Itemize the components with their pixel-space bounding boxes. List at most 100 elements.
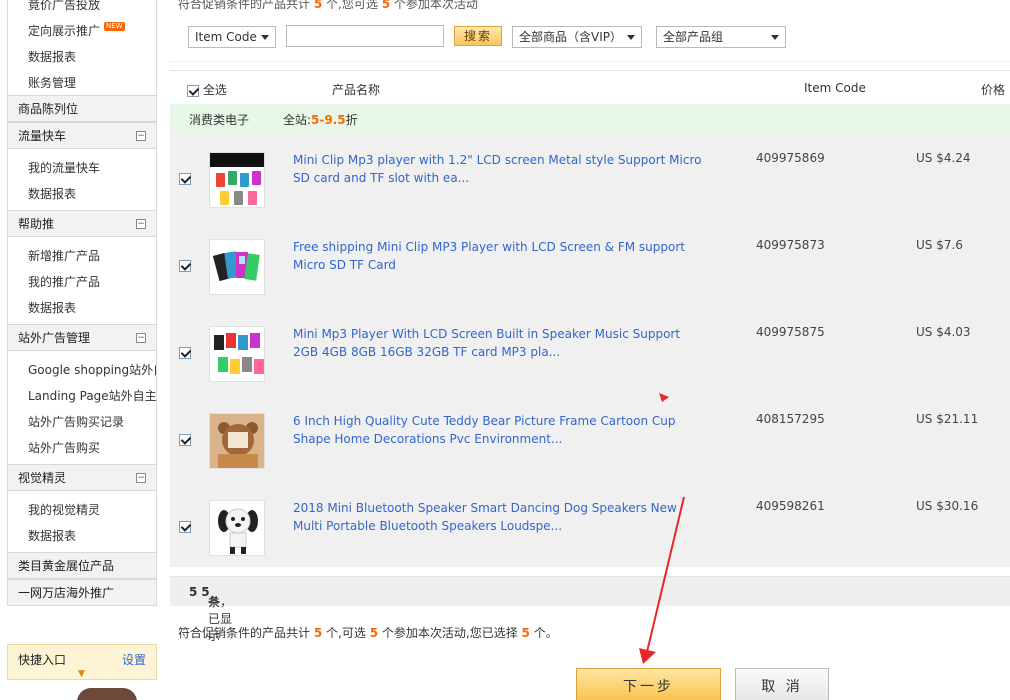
table-header: 全选 产品名称 Item Code 价格 xyxy=(170,70,1010,104)
sidebar-section-gold-booth[interactable]: 类目黄金展位产品 xyxy=(7,552,157,579)
product-name-link[interactable]: Free shipping Mini Clip MP3 Player with … xyxy=(293,238,703,274)
discount-range: 5-9.5 xyxy=(311,113,346,127)
product-scope-select[interactable]: 全部商品（含VIP） xyxy=(512,26,642,48)
sidebar-item-offsite-buy[interactable]: 站外广告购买 xyxy=(8,435,156,461)
collapse-icon[interactable]: − xyxy=(136,131,146,141)
sidebar-item-help-reports[interactable]: 数据报表 xyxy=(8,295,156,321)
sidebar-section-help-promote[interactable]: 帮助推 − xyxy=(7,210,157,237)
quick-entry-panel: 快捷入口 设置 ▼ xyxy=(7,644,157,680)
column-price: 价格 xyxy=(981,83,1006,97)
mp3-players-image xyxy=(210,153,264,205)
table-row: Mini Clip Mp3 player with 1.2" LCD scree… xyxy=(170,132,1010,219)
product-group-select[interactable]: 全部产品组 xyxy=(656,26,786,48)
pagination-summary: 共 5 条，已显示 5 条 xyxy=(170,576,1010,643)
main-content: 符合促销条件的产品共计 5 个,您可选 5 个参加本次活动 Item Code … xyxy=(170,0,1010,700)
sidebar-item-bid-ads[interactable]: 竟价广告投放 xyxy=(8,0,156,18)
sidebar-submenu-ads: 竟价广告投放 定向展示推广 NEW 数据报表 账务管理 xyxy=(7,0,157,95)
row-checkbox[interactable] xyxy=(179,521,191,533)
collapse-icon[interactable]: − xyxy=(136,219,146,229)
item-code: 408157295 xyxy=(756,412,825,426)
next-step-button[interactable]: 下一步 xyxy=(576,668,721,700)
search-button[interactable]: 搜索 xyxy=(454,26,502,46)
summary-text: 符合促销条件的产品共计 xyxy=(178,0,311,11)
sidebar-item-label: 定向展示推广 xyxy=(28,24,101,38)
new-badge: NEW xyxy=(104,22,125,31)
chevron-down-icon[interactable]: ▼ xyxy=(78,669,85,679)
sidebar-item-my-flow[interactable]: 我的流量快车 xyxy=(8,155,156,181)
section-label: 站外广告管理 xyxy=(18,331,91,345)
quick-entry-title: 快捷入口 xyxy=(18,653,67,667)
table-row: 6 Inch High Quality Cute Teddy Bear Pict… xyxy=(170,393,1010,480)
select-all-checkbox[interactable] xyxy=(187,84,199,97)
mp3-players-image xyxy=(214,333,264,374)
product-name-link[interactable]: Mini Clip Mp3 player with 1.2" LCD scree… xyxy=(293,151,703,187)
sidebar-item-add-promo[interactable]: 新增推广产品 xyxy=(8,243,156,269)
price: US $4.03 xyxy=(916,325,971,339)
collapse-icon[interactable]: − xyxy=(136,473,146,483)
sidebar-item-landing-page[interactable]: Landing Page站外自主 xyxy=(8,383,156,409)
section-label: 商品陈列位 xyxy=(18,102,79,116)
note-text: 个,可选 xyxy=(326,626,366,640)
price: US $21.11 xyxy=(916,412,979,426)
sidebar-item-targeted-ads[interactable]: 定向展示推广 NEW xyxy=(8,18,156,44)
row-checkbox[interactable] xyxy=(179,347,191,359)
select-value: 全部产品组 xyxy=(663,30,724,44)
note-text: 符合促销条件的产品共计 xyxy=(178,626,311,640)
sidebar-item-google-shopping[interactable]: Google shopping站外自 xyxy=(8,357,156,383)
sidebar-section-offsite[interactable]: 站外广告管理 − xyxy=(7,324,157,351)
select-all[interactable]: 全选 xyxy=(187,81,227,98)
sidebar-item-my-visual[interactable]: 我的视觉精灵 xyxy=(8,497,156,523)
avatar xyxy=(77,688,137,700)
quick-entry-settings-link[interactable]: 设置 xyxy=(122,651,146,668)
column-product-name: 产品名称 xyxy=(332,83,381,97)
selectable-count: 5 xyxy=(369,626,379,640)
sidebar-submenu-offsite: Google shopping站外自 Landing Page站外自主 站外广告… xyxy=(7,351,157,464)
section-label: 流量快车 xyxy=(18,129,67,143)
select-all-label: 全选 xyxy=(202,83,227,97)
select-value: Item Code xyxy=(195,30,257,44)
summary-text: 个,您可选 xyxy=(326,0,378,11)
dropdown-arrow-icon xyxy=(261,35,269,40)
sidebar-item-my-promo[interactable]: 我的推广产品 xyxy=(8,269,156,295)
item-code: 409975869 xyxy=(756,151,825,165)
item-code: 409598261 xyxy=(756,499,825,513)
product-name-link[interactable]: 6 Inch High Quality Cute Teddy Bear Pict… xyxy=(293,412,703,448)
eligible-summary-top: 符合促销条件的产品共计 5 个,您可选 5 个参加本次活动 xyxy=(178,0,478,12)
product-thumbnail[interactable] xyxy=(209,239,265,295)
row-checkbox[interactable] xyxy=(179,173,191,185)
summary-post: 条 xyxy=(208,595,221,609)
sidebar-section-visual[interactable]: 视觉精灵 − xyxy=(7,464,157,491)
product-name-link[interactable]: Mini Mp3 Player With LCD Screen Built in… xyxy=(293,325,703,361)
search-input[interactable] xyxy=(286,25,444,47)
product-thumbnail[interactable] xyxy=(209,413,265,469)
mp3-players-image xyxy=(212,251,260,282)
section-label: 视觉精灵 xyxy=(18,471,67,485)
item-code: 409975875 xyxy=(756,325,825,339)
table-row: Mini Mp3 Player With LCD Screen Built in… xyxy=(170,306,1010,393)
sidebar-section-goods-display[interactable]: 商品陈列位 xyxy=(7,95,157,122)
product-thumbnail[interactable] xyxy=(209,326,265,382)
selectable-count: 5 xyxy=(381,0,391,11)
note-text: 个参加本次活动,您已选择 xyxy=(381,626,518,640)
sidebar-item-offsite-records[interactable]: 站外广告购买记录 xyxy=(8,409,156,435)
product-thumbnail[interactable] xyxy=(209,152,265,208)
collapse-icon[interactable]: − xyxy=(136,333,146,343)
eligible-count: 5 xyxy=(313,626,323,640)
sidebar-submenu-flow: 我的流量快车 数据报表 xyxy=(7,149,157,210)
cancel-button[interactable]: 取 消 xyxy=(735,668,829,700)
sidebar-item-visual-reports[interactable]: 数据报表 xyxy=(8,523,156,549)
summary-text: 个参加本次活动 xyxy=(393,0,478,11)
sidebar-item-billing[interactable]: 账务管理 xyxy=(8,70,156,96)
table-body: Mini Clip Mp3 player with 1.2" LCD scree… xyxy=(170,132,1010,567)
sidebar-section-global-promo[interactable]: 一网万店海外推广 xyxy=(7,579,157,606)
note-text: 个。 xyxy=(533,626,558,640)
row-checkbox[interactable] xyxy=(179,260,191,272)
item-code-select[interactable]: Item Code xyxy=(188,26,276,48)
sidebar-section-flow-express[interactable]: 流量快车 − xyxy=(7,122,157,149)
sidebar-item-flow-reports[interactable]: 数据报表 xyxy=(8,181,156,207)
product-name-link[interactable]: 2018 Mini Bluetooth Speaker Smart Dancin… xyxy=(293,499,703,535)
sidebar-item-reports[interactable]: 数据报表 xyxy=(8,44,156,70)
product-thumbnail[interactable] xyxy=(209,500,265,556)
row-checkbox[interactable] xyxy=(179,434,191,446)
dropdown-arrow-icon xyxy=(771,35,779,40)
